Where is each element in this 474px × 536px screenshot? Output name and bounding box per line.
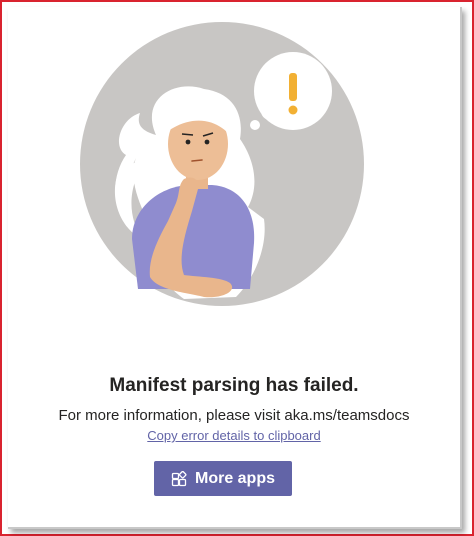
error-panel: Manifest parsing has failed. For more in… [8, 7, 462, 529]
thinking-woman-illustration [80, 22, 364, 306]
error-title: Manifest parsing has failed. [109, 375, 359, 396]
more-apps-button[interactable]: More apps [154, 461, 292, 496]
copy-error-details-link[interactable]: Copy error details to clipboard [8, 428, 460, 443]
error-info-text: For more information, please visit aka.m… [58, 407, 410, 424]
more-apps-label: More apps [194, 469, 275, 487]
apps-add-icon [171, 470, 187, 487]
window-frame: Manifest parsing has failed. For more in… [0, 0, 474, 536]
